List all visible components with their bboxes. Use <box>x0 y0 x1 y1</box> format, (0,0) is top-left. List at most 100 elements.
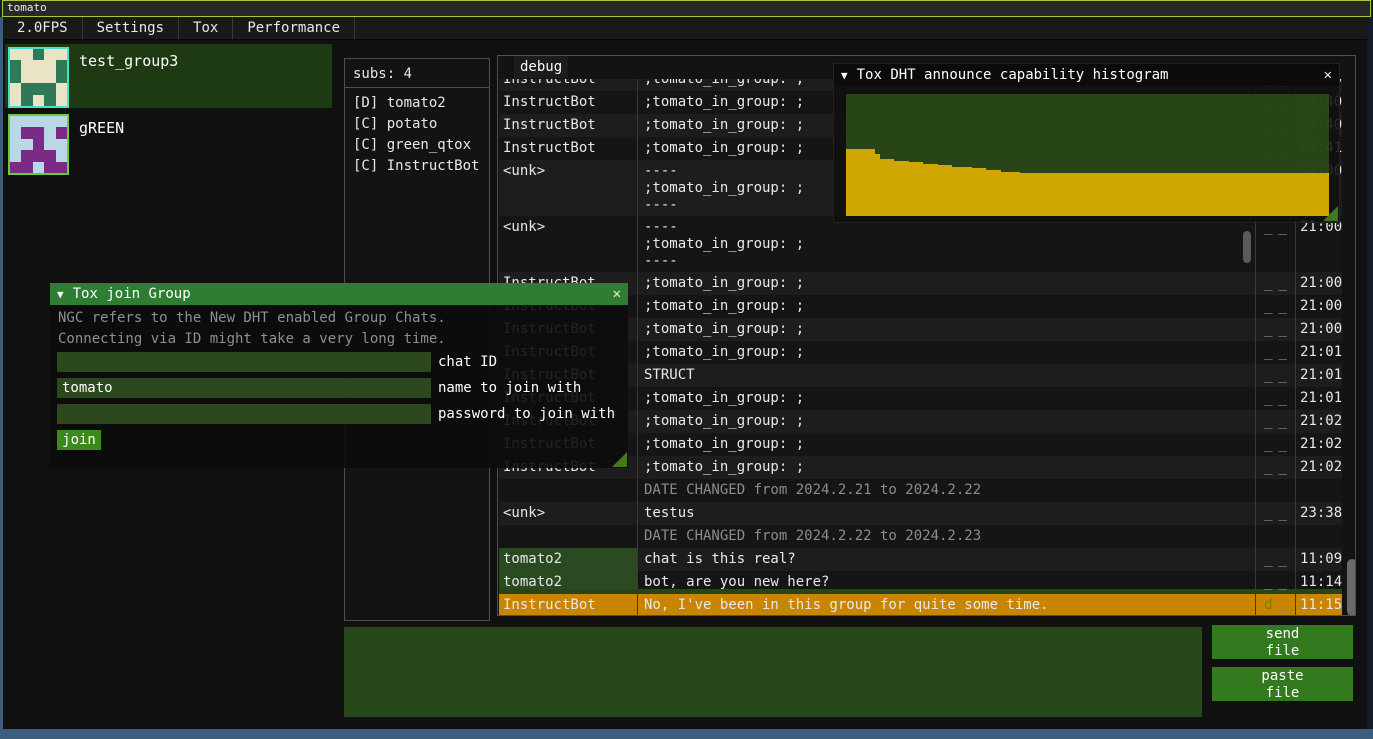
sender-name: <unk> <box>499 160 638 216</box>
message-text: ;tomato_in_group: ; <box>638 318 1256 341</box>
delivery-flags: __ <box>1256 410 1296 433</box>
password-to-join-with-input[interactable] <box>57 404 431 424</box>
message-scrollbar-thumb[interactable] <box>1243 231 1251 263</box>
delivery-flags: __ <box>1256 272 1296 295</box>
message-text: ;tomato_in_group: ; <box>638 410 1256 433</box>
chat-scrollbar-thumb[interactable] <box>1347 559 1356 616</box>
delivery-flags: __ <box>1256 502 1296 525</box>
timestamp: 21:01 <box>1296 341 1342 364</box>
group-avatar <box>8 47 69 108</box>
group-item-test-group3[interactable]: test_group3 <box>5 44 332 108</box>
subs-header: subs: 4 <box>345 59 489 87</box>
collapse-arrow-icon[interactable]: ▼ <box>841 69 848 82</box>
join-dialog-title: Tox join Group <box>73 286 191 302</box>
chat-id-label: chat ID <box>438 352 497 372</box>
subs-member[interactable]: [C] green_qtox <box>345 135 489 156</box>
sender-name: <unk> <box>499 216 638 272</box>
name-to-join-with-input[interactable]: tomato <box>57 378 431 398</box>
date-row: DATE CHANGED from 2024.2.22 to 2024.2.23 <box>499 525 1342 548</box>
group-list: test_group3 gREEN <box>5 44 332 178</box>
chat-message-row[interactable]: tomato2bot, are you new here?__11:14 <box>499 571 1342 594</box>
resize-grip-icon[interactable] <box>612 452 627 467</box>
chat-message-row[interactable]: tomato2chat is this real?__11:09 <box>499 548 1342 571</box>
timestamp: 21:00 <box>1296 272 1342 295</box>
delivery-flags: __ <box>1256 364 1296 387</box>
password-to-join-with-label: password to join with <box>438 404 615 424</box>
sender-name: InstructBot <box>499 594 638 616</box>
delivery-flags: d_ <box>1256 594 1296 616</box>
histogram-window-title: Tox DHT announce capability histogram <box>857 67 1169 83</box>
menu-item-performance[interactable]: Performance <box>233 17 355 39</box>
sender-name: tomato2 <box>499 548 638 571</box>
close-icon[interactable]: ✕ <box>1324 67 1332 83</box>
delivery-flags: __ <box>1256 318 1296 341</box>
name-to-join-with-label: name to join with <box>438 378 581 398</box>
sender-name <box>499 479 638 502</box>
menubar: 2.0FPSSettingsToxPerformance <box>3 17 1367 40</box>
sender-name: InstructBot <box>499 137 638 160</box>
message-text: ;tomato_in_group: ; <box>638 456 1256 479</box>
delivery-flags: __ <box>1256 387 1296 410</box>
subs-member[interactable]: [D] tomato2 <box>345 93 489 114</box>
group-name-label: gREEN <box>79 119 124 137</box>
timestamp: 21:00 <box>1296 295 1342 318</box>
sender-name: <unk> <box>499 502 638 525</box>
message-text: ;tomato_in_group: ; <box>638 433 1256 456</box>
timestamp: 11:09 <box>1296 548 1342 571</box>
timestamp: 21:02 <box>1296 456 1342 479</box>
close-icon[interactable]: ✕ <box>613 286 621 302</box>
timestamp <box>1296 525 1342 548</box>
delivery-flags: __ <box>1256 341 1296 364</box>
timestamp: 21:00 <box>1296 318 1342 341</box>
os-window-title: tomato <box>7 1 47 14</box>
os-titlebar[interactable]: tomato <box>2 0 1371 17</box>
timestamp: 21:01 <box>1296 364 1342 387</box>
taskbar-strip <box>0 729 1373 739</box>
timestamp: 11:14 <box>1296 571 1342 589</box>
message-text: ;tomato_in_group: ; <box>638 272 1256 295</box>
histogram-window: ▼ Tox DHT announce capability histogram … <box>833 63 1340 223</box>
join-dialog-titlebar[interactable]: ▼ Tox join Group ✕ <box>50 283 628 305</box>
delivery-flags: __ <box>1256 456 1296 479</box>
send-file-button[interactable]: send file <box>1212 625 1353 659</box>
join-button[interactable]: join <box>57 430 101 450</box>
join-info-line: NGC refers to the New DHT enabled Group … <box>58 310 446 326</box>
delivery-flags: __ <box>1256 433 1296 456</box>
menu-item-tox[interactable]: Tox <box>179 17 233 39</box>
menu-item-settings[interactable]: Settings <box>83 17 179 39</box>
subs-member[interactable]: [C] potato <box>345 114 489 135</box>
subs-separator <box>345 87 489 88</box>
chat-message-row[interactable]: <unk>----;tomato_in_group: ;----__21:00 <box>499 216 1342 272</box>
message-text: ;tomato_in_group: ; <box>638 341 1256 364</box>
chat-message-row[interactable]: <unk>testus__23:38 <box>499 502 1342 525</box>
group-item-green[interactable]: gREEN <box>5 111 332 175</box>
message-text: DATE CHANGED from 2024.2.22 to 2024.2.23 <box>638 525 1256 548</box>
group-name-label: test_group3 <box>79 52 178 70</box>
message-text: ----;tomato_in_group: ;---- <box>638 216 1256 272</box>
delivery-flags: __ <box>1256 548 1296 571</box>
resize-grip-icon[interactable] <box>1323 206 1338 221</box>
timestamp: 23:38 <box>1296 502 1342 525</box>
timestamp: 21:02 <box>1296 410 1342 433</box>
paste-file-button[interactable]: paste file <box>1212 667 1353 701</box>
chat-message-row[interactable]: InstructBotNo, I've been in this group f… <box>499 594 1342 616</box>
timestamp: 21:00 <box>1296 216 1342 272</box>
message-text: No, I've been in this group for quite so… <box>638 594 1256 616</box>
date-row: DATE CHANGED from 2024.2.21 to 2024.2.22 <box>499 479 1342 502</box>
subs-member[interactable]: [C] InstructBot <box>345 156 489 177</box>
delivery-flags <box>1256 479 1296 502</box>
delivery-flags: __ <box>1256 295 1296 318</box>
tab-debug[interactable]: debug <box>514 56 568 78</box>
histogram-plot <box>846 94 1329 216</box>
message-input[interactable] <box>344 627 1202 717</box>
collapse-arrow-icon[interactable]: ▼ <box>57 288 64 301</box>
sender-name: tomato2 <box>499 571 638 589</box>
timestamp <box>1296 479 1342 502</box>
histogram-window-titlebar[interactable]: ▼ Tox DHT announce capability histogram … <box>834 64 1339 86</box>
join-info-line: Connecting via ID might take a very long… <box>58 331 446 347</box>
chat-id-input[interactable] <box>57 352 431 372</box>
sender-name: InstructBot <box>499 114 638 137</box>
message-text: ;tomato_in_group: ; <box>638 387 1256 410</box>
timestamp: 11:15 <box>1296 594 1342 616</box>
delivery-flags <box>1256 525 1296 548</box>
